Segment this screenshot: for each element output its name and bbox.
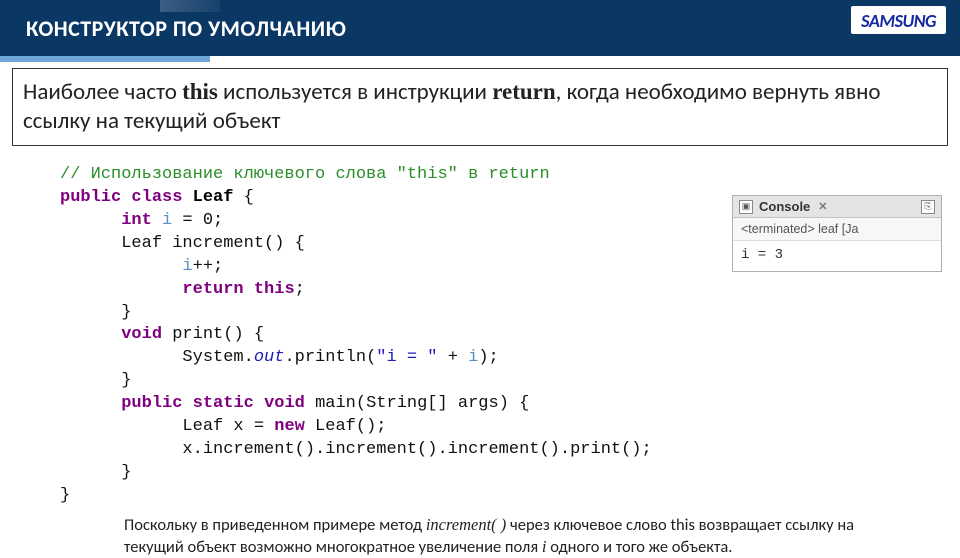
incr: ++; bbox=[193, 257, 224, 276]
console-tab-label: Console bbox=[759, 199, 810, 214]
kw-new: new bbox=[274, 417, 305, 436]
close-icon[interactable]: ✕ bbox=[818, 200, 827, 213]
method-incr: Leaf increment() { bbox=[121, 234, 305, 253]
kw-void: void bbox=[121, 325, 162, 344]
brand-logo: SAMSUNG bbox=[851, 6, 946, 34]
title-underline bbox=[0, 56, 210, 62]
kw-return: return bbox=[182, 280, 243, 299]
intro-pre: Наиболее часто bbox=[23, 78, 182, 106]
brace: { bbox=[233, 188, 253, 207]
console-panel: ▣ Console ✕ ⎘ <terminated> leaf [Ja i = … bbox=[732, 195, 942, 272]
chain-call: x.increment().increment().increment().pr… bbox=[182, 440, 651, 459]
kw-void2: void bbox=[264, 394, 305, 413]
new-leaf: Leaf(); bbox=[305, 417, 387, 436]
brace-close3: } bbox=[121, 463, 131, 482]
str-lit: "i = " bbox=[376, 348, 437, 367]
class-name: Leaf bbox=[193, 188, 234, 207]
kw-int: int bbox=[121, 211, 152, 230]
kw-this: this bbox=[254, 280, 295, 299]
console-status: <terminated> leaf [Ja bbox=[733, 218, 941, 241]
note-t1: Поскольку в приведенном примере метод bbox=[124, 515, 426, 535]
kw-public: public bbox=[60, 188, 121, 207]
decor-stripe bbox=[160, 0, 220, 12]
brace-close2: } bbox=[121, 371, 131, 390]
note-text: Поскольку в приведенном примере метод in… bbox=[60, 508, 920, 558]
console-tab-row: ▣ Console ✕ ⎘ bbox=[733, 196, 941, 218]
note-i1: increment( ) bbox=[426, 515, 506, 534]
pin-icon[interactable]: ⎘ bbox=[921, 200, 935, 214]
init: = 0; bbox=[172, 211, 223, 230]
main-sig: main(String[] args) { bbox=[305, 394, 529, 413]
semi: ; bbox=[295, 280, 305, 299]
intro-mid: используется в инструкции bbox=[218, 78, 492, 106]
field-i: i bbox=[162, 211, 172, 230]
endcall: ); bbox=[478, 348, 498, 367]
out: out bbox=[254, 348, 285, 367]
intro-box: Наиболее часто this используется в инстр… bbox=[12, 68, 948, 146]
decl: Leaf x = bbox=[182, 417, 274, 436]
brace-close: } bbox=[121, 303, 131, 322]
note-t3: одного и того же объекта. bbox=[546, 537, 732, 557]
println: .println( bbox=[284, 348, 376, 367]
kw-static: static bbox=[193, 394, 254, 413]
field-i2: i bbox=[182, 257, 192, 276]
slide-title: КОНСТРУКТОР ПО УМОЛЧАНИЮ bbox=[0, 15, 346, 42]
intro-kw-return: return bbox=[492, 79, 555, 104]
slide-header: КОНСТРУКТОР ПО УМОЛЧАНИЮ SAMSUNG bbox=[0, 0, 960, 56]
sys: System. bbox=[182, 348, 253, 367]
method-print: print() { bbox=[162, 325, 264, 344]
brand-logo-text: SAMSUNG bbox=[861, 10, 936, 32]
plus: + bbox=[438, 348, 469, 367]
kw-public2: public bbox=[121, 394, 182, 413]
intro-text: Наиболее часто this используется в инстр… bbox=[23, 77, 937, 137]
intro-kw-this: this bbox=[182, 79, 218, 104]
kw-class: class bbox=[131, 188, 182, 207]
console-output: i = 3 bbox=[733, 241, 941, 271]
code-comment: // Использование ключевого слова "this" … bbox=[60, 165, 550, 184]
console-icon: ▣ bbox=[739, 200, 753, 214]
brace-close4: } bbox=[60, 486, 70, 505]
field-i3: i bbox=[468, 348, 478, 367]
